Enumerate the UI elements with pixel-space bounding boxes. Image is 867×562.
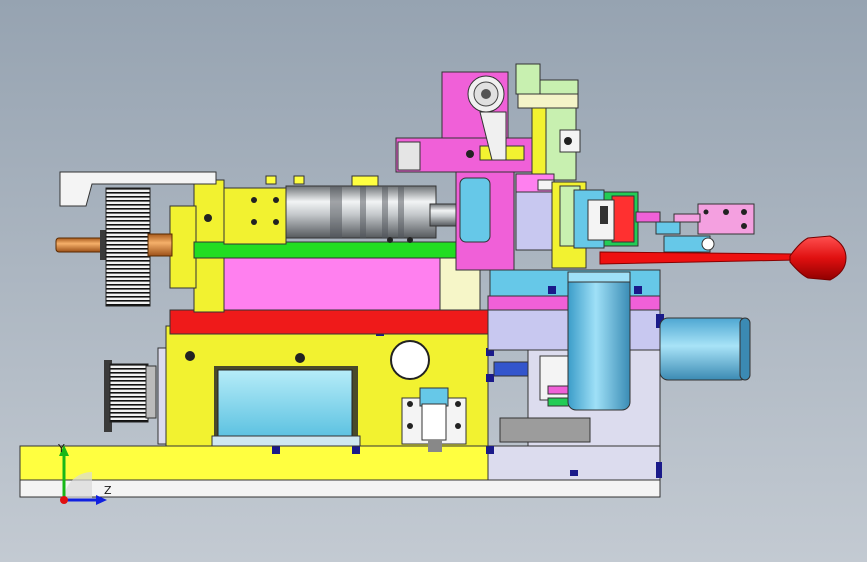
x-axis-dot [60,496,68,504]
z-axis-label: Z [104,484,112,497]
horizontal-motor[interactable] [659,317,751,381]
lower-pulley[interactable] [104,360,157,432]
spindle-cylinder[interactable] [265,175,465,243]
vertical-motor[interactable] [567,271,631,411]
cad-viewport[interactable]: Y Z [0,0,867,562]
clamp-block[interactable] [401,387,467,452]
sensor-block[interactable] [673,203,755,235]
y-axis-label: Y [58,442,65,455]
red-plate[interactable] [169,309,493,335]
